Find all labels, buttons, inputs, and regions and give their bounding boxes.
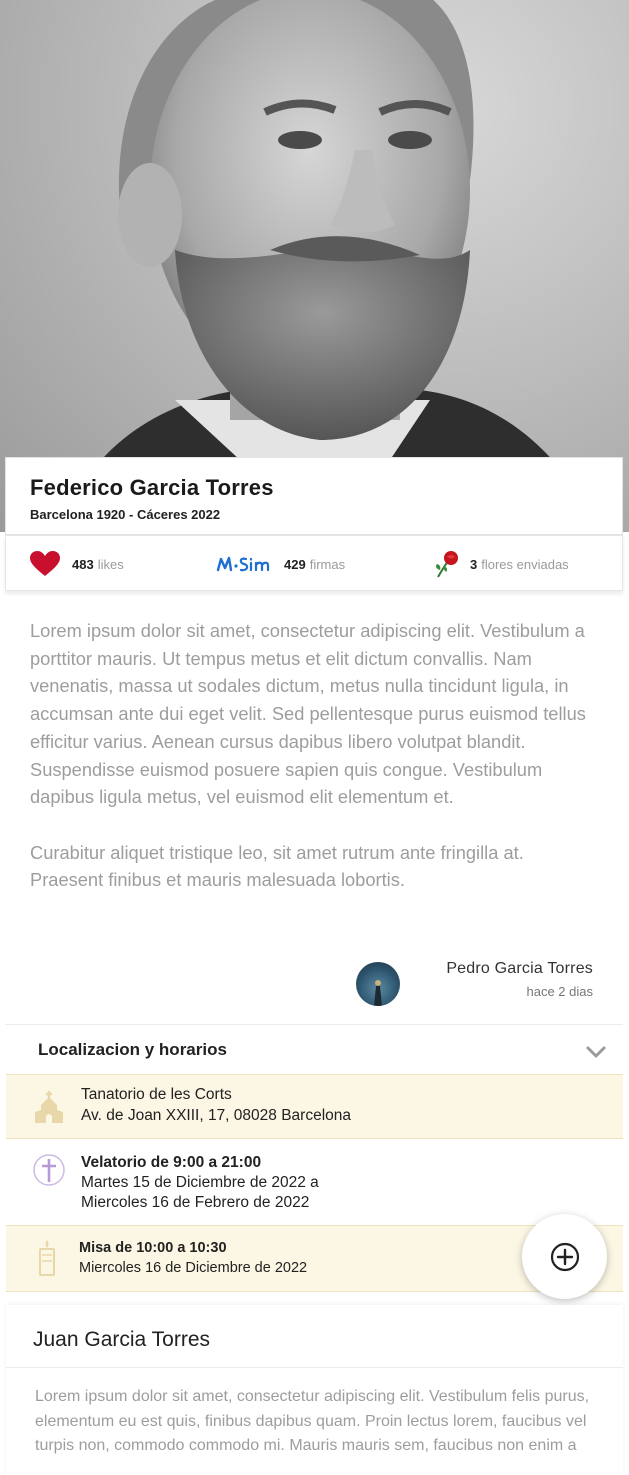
signature-icon[interactable] [216, 553, 272, 575]
flowers-count: 3 [470, 556, 478, 572]
stats-bar: 483 likes 429 firmas 3 flores enviadas [5, 535, 623, 591]
tribute-message: Lorem ipsum dolor sit amet, consectetur … [30, 617, 600, 894]
tribute-paragraph: Curabitur aliquet tristique leo, sit ame… [30, 841, 524, 891]
likes-stat[interactable]: 483 likes [30, 536, 124, 592]
avatar[interactable] [356, 962, 400, 1006]
add-button[interactable] [522, 1214, 607, 1299]
profile-header: Federico Garcia Torres Barcelona 1920 - … [5, 457, 623, 535]
post-time: hace 2 dias [526, 984, 594, 999]
condolence-card: Juan Garcia Torres Lorem ipsum dolor sit… [6, 1305, 623, 1475]
condolence-message: Lorem ipsum dolor sit amet, consectetur … [35, 1388, 590, 1454]
mass-title: Misa de 10:00 a 10:30 [79, 1240, 227, 1256]
flowers-stat[interactable]: 3 flores enviadas [434, 536, 569, 592]
wake-row: Velatorio de 9:00 a 21:00 Martes 15 de D… [6, 1140, 623, 1224]
divider [6, 1367, 623, 1368]
rose-icon[interactable] [434, 550, 460, 578]
wake-date-start: Martes 15 de Diciembre de 2022 a [81, 1174, 319, 1191]
wake-date-end: Miercoles 16 de Febrero de 2022 [81, 1194, 310, 1211]
tribute-author: Pedro Garcia Torres hace 2 dias [446, 960, 593, 999]
chevron-down-icon[interactable] [586, 1044, 606, 1060]
church-icon [34, 1090, 64, 1129]
signatures-stat[interactable]: 429 firmas [216, 536, 345, 592]
deceased-name: Federico Garcia Torres [30, 475, 274, 500]
place-address[interactable]: Av. de Joan XXIII, 17, 08028 Barcelona [81, 1107, 351, 1125]
portrait-photo [0, 0, 629, 532]
author-name[interactable]: Pedro Garcia Torres [446, 960, 593, 978]
signatures-label: firmas [309, 556, 346, 572]
tribute-paragraph: Lorem ipsum dolor sit amet, consectetur … [30, 620, 586, 808]
life-dates: Barcelona 1920 - Cáceres 2022 [30, 507, 221, 522]
signatures-count: 429 [284, 556, 306, 572]
candle-icon [36, 1239, 58, 1282]
heart-icon[interactable] [30, 551, 60, 577]
divider [5, 1024, 623, 1025]
mass-date: Miercoles 16 de Diciembre de 2022 [79, 1260, 308, 1276]
condolence-author[interactable]: Juan Garcia Torres [33, 1328, 210, 1352]
location-section-title[interactable]: Localizacion y horarios [38, 1040, 227, 1060]
likes-count: 483 [72, 556, 94, 572]
likes-label: likes [97, 556, 124, 572]
place-name: Tanatorio de les Corts [81, 1086, 232, 1103]
flowers-label: flores enviadas [481, 556, 569, 572]
add-circle-icon [550, 1242, 579, 1271]
cross-icon [32, 1152, 66, 1193]
location-row: Tanatorio de les Corts Av. de Joan XXIII… [6, 1074, 623, 1139]
wake-title: Velatorio de 9:00 a 21:00 [81, 1154, 262, 1171]
